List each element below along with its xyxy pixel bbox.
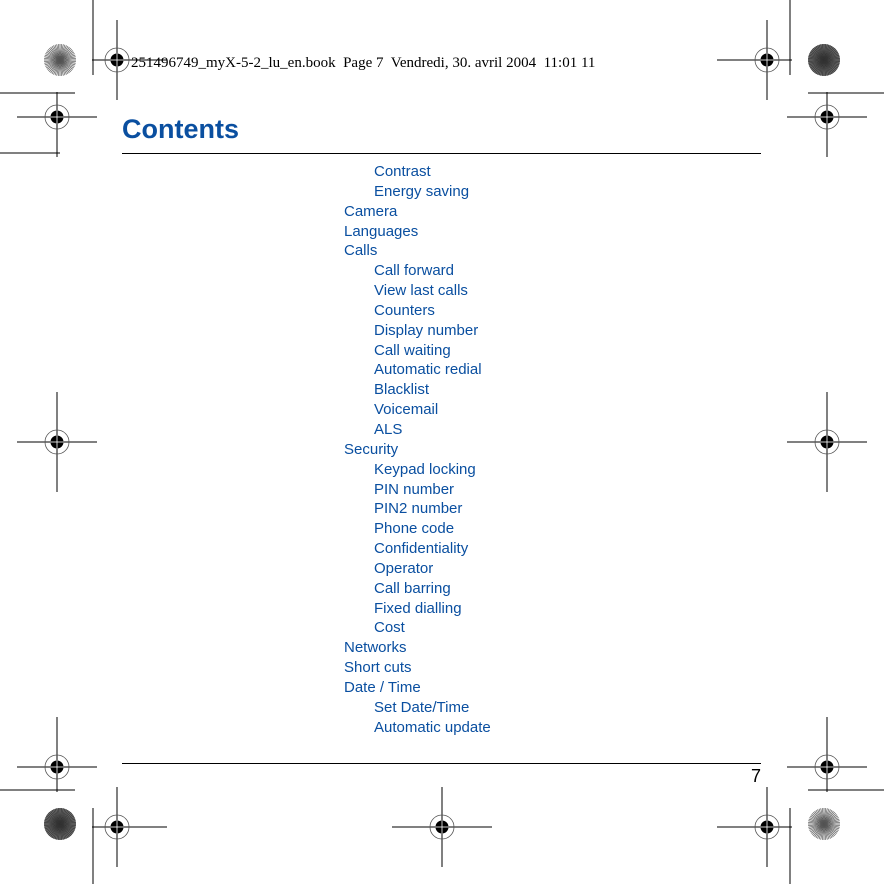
- registration-mark-icon: [17, 92, 97, 157]
- registration-mark-icon: [787, 392, 867, 492]
- toc-subsection[interactable]: Contrast: [344, 162, 491, 182]
- toc-subsection[interactable]: Confidentiality: [344, 539, 491, 559]
- registration-mark-icon: [717, 787, 792, 867]
- registration-mark-icon: [787, 92, 867, 157]
- toc-section[interactable]: Date / Time: [344, 678, 491, 698]
- toc-subsection[interactable]: Automatic redial: [344, 360, 491, 380]
- footer-divider: [122, 763, 761, 764]
- toc-subsection[interactable]: PIN2 number: [344, 499, 491, 519]
- toc-subsection[interactable]: Display number: [344, 321, 491, 341]
- toc-subsection[interactable]: ALS: [344, 420, 491, 440]
- registration-mark-icon: [392, 787, 492, 867]
- toc-subsection[interactable]: Voicemail: [344, 400, 491, 420]
- toc-subsection[interactable]: Counters: [344, 301, 491, 321]
- registration-mark-icon: [17, 717, 97, 792]
- toc-subsection[interactable]: Call waiting: [344, 341, 491, 361]
- toc-subsection[interactable]: Blacklist: [344, 380, 491, 400]
- toc-subsection[interactable]: Cost: [344, 618, 491, 638]
- toc-section[interactable]: Short cuts: [344, 658, 491, 678]
- toc-subsection[interactable]: PIN number: [344, 480, 491, 500]
- registration-mark-icon: [717, 20, 792, 100]
- color-bar-target-icon: [808, 44, 840, 76]
- toc-section[interactable]: Camera: [344, 202, 491, 222]
- toc-subsection[interactable]: Set Date/Time: [344, 698, 491, 718]
- toc-subsection[interactable]: Fixed dialling: [344, 599, 491, 619]
- color-bar-target-icon: [44, 808, 76, 840]
- toc-section[interactable]: Languages: [344, 222, 491, 242]
- table-of-contents: Contrast Energy saving Camera Languages Call…: [344, 162, 491, 737]
- toc-subsection[interactable]: Operator: [344, 559, 491, 579]
- toc-subsection[interactable]: Automatic update: [344, 718, 491, 738]
- toc-subsection[interactable]: Call forward: [344, 261, 491, 281]
- toc-section[interactable]: Networks: [344, 638, 491, 658]
- page-number: 7: [750, 766, 761, 786]
- registration-mark-icon: [787, 717, 867, 792]
- toc-section[interactable]: Security: [344, 440, 491, 460]
- registration-mark-icon: [17, 392, 97, 492]
- print-header-info: 251496749_myX-5-2_lu_en.book Page 7 Vend…: [131, 55, 596, 71]
- toc-subsection[interactable]: Phone code: [344, 519, 491, 539]
- toc-subsection[interactable]: Energy saving: [344, 182, 491, 202]
- toc-subsection[interactable]: Call barring: [344, 579, 491, 599]
- color-bar-target-icon: [808, 808, 840, 840]
- page-title: Contents: [122, 114, 239, 144]
- color-bar-target-icon: [44, 44, 76, 76]
- toc-subsection[interactable]: View last calls: [344, 281, 491, 301]
- toc-section[interactable]: Calls: [344, 241, 491, 261]
- toc-subsection[interactable]: Keypad locking: [344, 460, 491, 480]
- registration-mark-icon: [92, 787, 167, 867]
- title-divider: [122, 153, 761, 154]
